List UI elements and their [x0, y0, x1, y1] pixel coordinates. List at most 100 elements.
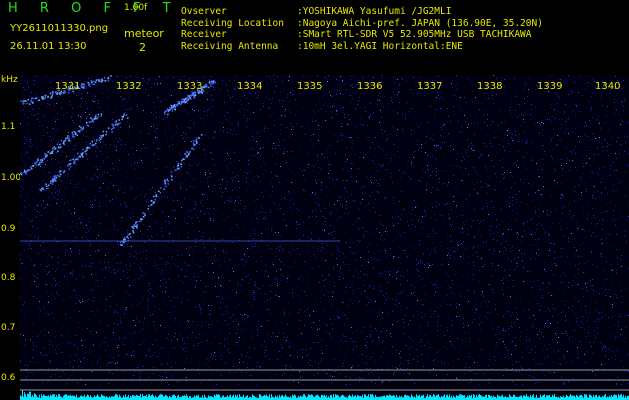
noise-speck: [91, 266, 92, 267]
noise-speck: [78, 115, 79, 116]
noise-speck: [494, 137, 495, 138]
noise-speck: [108, 89, 109, 90]
noise-speck: [133, 320, 134, 321]
noise-speck: [51, 192, 52, 193]
noise-speck: [368, 261, 369, 262]
noise-speck: [600, 343, 601, 344]
noise-speck: [155, 168, 156, 169]
noise-speck: [473, 220, 474, 221]
noise-speck: [504, 150, 505, 151]
noise-speck: [155, 222, 156, 223]
noise-speck: [246, 356, 247, 357]
noise-speck: [511, 316, 512, 317]
noise-speck: [408, 176, 409, 177]
noise-speck: [38, 253, 39, 254]
noise-speck: [433, 360, 434, 361]
noise-speck: [450, 236, 451, 237]
noise-speck: [514, 269, 515, 270]
noise-speck: [266, 270, 267, 271]
noise-speck: [366, 336, 367, 337]
noise-speck: [129, 126, 130, 127]
noise-speck: [343, 342, 344, 343]
noise-speck: [365, 261, 366, 262]
noise-speck: [562, 170, 563, 171]
noise-speck: [625, 141, 626, 142]
noise-speck: [85, 254, 86, 255]
noise-speck: [554, 117, 555, 118]
noise-speck: [331, 232, 332, 233]
noise-speck: [231, 123, 232, 124]
noise-speck: [333, 103, 334, 104]
noise-speck: [131, 148, 132, 149]
noise-speck: [99, 107, 100, 108]
noise-speck: [568, 205, 569, 206]
noise-speck: [492, 326, 493, 327]
noise-speck: [50, 283, 51, 284]
noise-speck: [190, 247, 191, 248]
noise-speck: [205, 222, 206, 223]
noise-speck: [253, 292, 254, 293]
noise-speck: [291, 129, 292, 130]
noise-speck: [323, 216, 324, 217]
noise-speck: [243, 280, 244, 281]
noise-speck: [585, 88, 586, 89]
noise-speck: [160, 274, 161, 275]
noise-speck: [621, 145, 622, 146]
noise-speck: [488, 214, 489, 215]
noise-speck: [571, 91, 572, 92]
noise-speck: [105, 267, 106, 268]
noise-speck: [264, 164, 265, 165]
noise-speck: [454, 347, 455, 348]
noise-speck: [344, 187, 345, 188]
noise-speck: [56, 229, 57, 230]
noise-speck: [137, 106, 138, 107]
noise-speck: [135, 325, 136, 326]
noise-speck: [605, 211, 606, 212]
noise-speck: [511, 342, 512, 343]
noise-speck: [570, 308, 571, 309]
noise-speck: [397, 94, 398, 95]
noise-speck: [542, 135, 543, 136]
noise-speck: [215, 248, 216, 249]
noise-speck: [502, 77, 503, 78]
noise-speck: [218, 284, 219, 285]
noise-speck: [133, 280, 134, 281]
noise-speck: [20, 195, 21, 196]
noise-speck: [140, 231, 141, 232]
noise-speck: [110, 183, 111, 184]
noise-speck: [138, 373, 139, 374]
noise-speck: [53, 128, 54, 129]
noise-speck: [86, 131, 87, 132]
noise-speck: [439, 214, 440, 215]
noise-speck: [44, 269, 45, 270]
noise-speck: [207, 208, 208, 209]
noise-speck: [515, 135, 516, 136]
noise-speck: [150, 189, 151, 190]
noise-speck: [254, 176, 255, 177]
noise-speck: [617, 257, 618, 258]
noise-speck: [450, 224, 451, 225]
noise-speck: [482, 180, 483, 181]
noise-speck: [516, 104, 517, 105]
noise-speck: [376, 170, 377, 171]
noise-speck: [564, 356, 565, 357]
noise-speck: [208, 272, 209, 273]
noise-speck: [383, 106, 384, 107]
noise-speck: [362, 199, 363, 200]
noise-speck: [486, 146, 487, 147]
noise-speck: [397, 79, 398, 80]
noise-speck: [400, 219, 401, 220]
noise-speck: [440, 148, 441, 149]
noise-speck: [227, 181, 228, 182]
noise-speck: [552, 339, 553, 340]
noise-speck: [396, 272, 397, 273]
noise-speck: [235, 307, 236, 308]
noise-speck: [184, 163, 185, 164]
noise-speck: [226, 253, 227, 254]
noise-speck: [21, 76, 22, 77]
noise-speck: [515, 96, 516, 97]
noise-speck: [586, 312, 587, 313]
noise-speck: [516, 371, 517, 372]
noise-speck: [67, 383, 68, 384]
noise-speck: [261, 326, 262, 327]
